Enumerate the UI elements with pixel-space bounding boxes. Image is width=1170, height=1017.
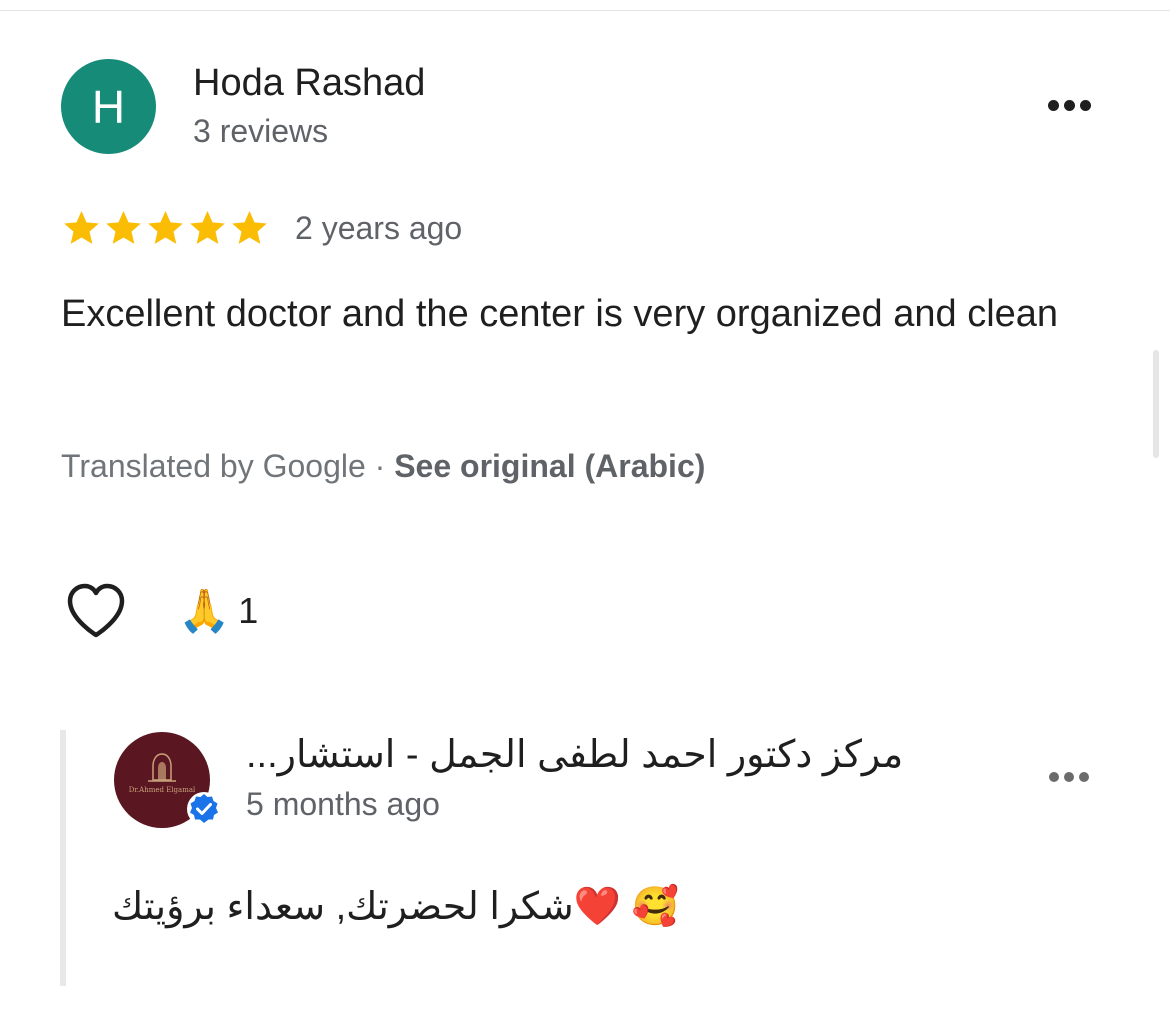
clinic-logo-icon <box>148 753 176 782</box>
see-original-link[interactable]: See original (Arabic) <box>394 448 705 484</box>
reviewer-avatar[interactable]: H <box>61 59 156 154</box>
owner-name[interactable]: مركز دكتور احمد لطفى الجمل - استشار... <box>246 732 946 777</box>
reviewer-name[interactable]: Hoda Rashad <box>193 62 425 105</box>
heart-outline-icon <box>67 583 125 638</box>
reply-indent-bar <box>60 730 66 986</box>
folded-hands-icon: 🙏 <box>178 587 231 634</box>
reply-more-options-icon[interactable] <box>1049 772 1089 782</box>
scrollbar-thumb[interactable] <box>1153 350 1159 458</box>
top-divider <box>0 10 1170 11</box>
star-icon <box>232 211 267 244</box>
like-button[interactable] <box>65 582 127 645</box>
star-icon <box>106 211 141 244</box>
reply-time: 5 months ago <box>246 786 440 822</box>
verified-badge-icon <box>186 791 222 832</box>
review-text: Excellent doctor and the center is very … <box>61 293 1059 335</box>
reaction-count: 1 <box>238 590 259 631</box>
translated-by-label: Translated by Google · <box>61 448 395 484</box>
star-rating <box>61 208 270 248</box>
star-icon <box>148 211 183 244</box>
avatar-letter: H <box>91 80 126 133</box>
reply-text: 🥰 ❤️شكرا لحضرتك, سعداء برؤيتك <box>112 886 679 928</box>
translation-line: Translated by Google · See original (Ara… <box>61 448 705 485</box>
star-icon <box>64 211 99 244</box>
review-count: 3 reviews <box>193 113 329 149</box>
star-icon <box>190 211 225 244</box>
reaction-summary[interactable]: 🙏 1 <box>178 588 258 634</box>
review-more-options-icon[interactable] <box>1048 100 1091 111</box>
review-time: 2 years ago <box>295 210 463 246</box>
